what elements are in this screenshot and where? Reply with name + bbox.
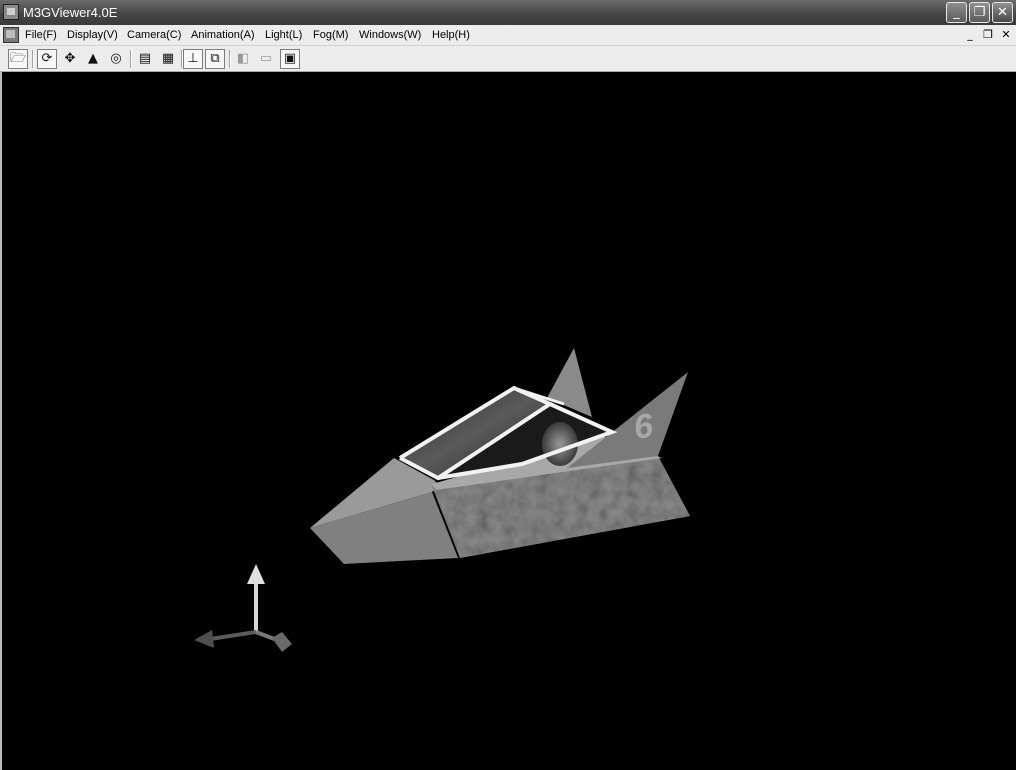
toolbar-separator: [229, 50, 231, 68]
title-bar[interactable]: M3GViewer4.0E _ ❐ ✕: [0, 0, 1016, 25]
axis-gizmo: [194, 564, 292, 652]
axis-x-line: [209, 630, 257, 641]
menu-display[interactable]: Display(V): [67, 28, 118, 42]
menu-bar: File(F) Display(V) Camera(C) Animation(A…: [0, 25, 1016, 46]
toolbar-separator: [32, 50, 34, 68]
document-icon[interactable]: [3, 27, 19, 43]
mdi-close-button[interactable]: ✕: [998, 28, 1014, 42]
page-icon[interactable]: ▤: [135, 49, 155, 69]
mdi-restore-button[interactable]: ❐: [980, 28, 996, 42]
window-title: M3GViewer4.0E: [23, 5, 118, 20]
axis-z-arrow: [272, 632, 292, 652]
spaceship-model[interactable]: 6: [310, 348, 690, 564]
screen-icon[interactable]: ▣: [280, 49, 300, 69]
open-icon[interactable]: 🗁: [8, 49, 28, 69]
move-icon[interactable]: ✥: [60, 49, 80, 69]
axis-icon[interactable]: ⊥: [183, 49, 203, 69]
axis-y-arrow: [247, 564, 265, 584]
scene-render: 6: [194, 348, 690, 652]
toolbar: 🗁 ⟳ ✥ ▲ ◎ ▤ ▦ ⊥ ⧉ ◧ ▭ ▣: [0, 46, 1016, 72]
menu-camera[interactable]: Camera(C): [127, 28, 181, 42]
app-icon[interactable]: [3, 4, 19, 20]
rotate-icon[interactable]: ⟳: [37, 49, 57, 69]
close-button[interactable]: ✕: [992, 2, 1013, 23]
menu-light[interactable]: Light(L): [265, 28, 302, 42]
grid-icon[interactable]: ▦: [158, 49, 178, 69]
restore-button[interactable]: ❐: [969, 2, 990, 23]
zoom-icon[interactable]: ◎: [106, 49, 126, 69]
mdi-minimize-button[interactable]: _: [962, 28, 978, 42]
toolbar-separator: [130, 50, 132, 68]
menu-file[interactable]: File(F): [25, 28, 57, 42]
3d-viewport[interactable]: 6: [0, 72, 1016, 770]
light-icon[interactable]: ◧: [233, 49, 253, 69]
axis-x-arrow: [194, 630, 214, 648]
minimize-button[interactable]: _: [946, 2, 967, 23]
tree-icon[interactable]: ▲: [83, 49, 103, 69]
menu-help[interactable]: Help(H): [432, 28, 470, 42]
menu-windows[interactable]: Windows(W): [359, 28, 421, 42]
fog-icon[interactable]: ▭: [256, 49, 276, 69]
menu-fog[interactable]: Fog(M): [313, 28, 348, 42]
copy-icon[interactable]: ⧉: [205, 49, 225, 69]
menu-animation[interactable]: Animation(A): [191, 28, 255, 42]
